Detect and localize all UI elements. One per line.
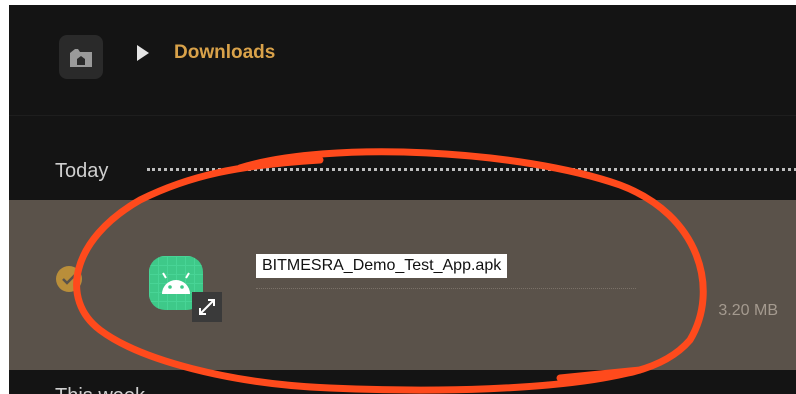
row-separator xyxy=(256,288,636,289)
expand-icon[interactable] xyxy=(192,292,222,322)
breadcrumb-current[interactable]: Downloads xyxy=(174,42,275,64)
home-icon xyxy=(70,49,92,67)
file-name-label[interactable]: BITMESRA_Demo_Test_App.apk xyxy=(256,254,508,278)
chevron-right-icon xyxy=(137,45,149,61)
home-button[interactable] xyxy=(59,35,103,79)
header-divider xyxy=(9,115,796,116)
file-size-label: 3.20 MB xyxy=(718,302,778,319)
section-header-today: Today xyxy=(55,160,109,182)
selected-check-icon[interactable] xyxy=(56,266,82,292)
file-manager-window: Downloads Today BITMESRA_Demo_Test_App.a… xyxy=(9,5,796,394)
section-header-this-week: This week xyxy=(55,385,145,394)
section-divider xyxy=(147,168,796,171)
file-row[interactable]: BITMESRA_Demo_Test_App.apk 3.20 MB xyxy=(9,200,796,370)
